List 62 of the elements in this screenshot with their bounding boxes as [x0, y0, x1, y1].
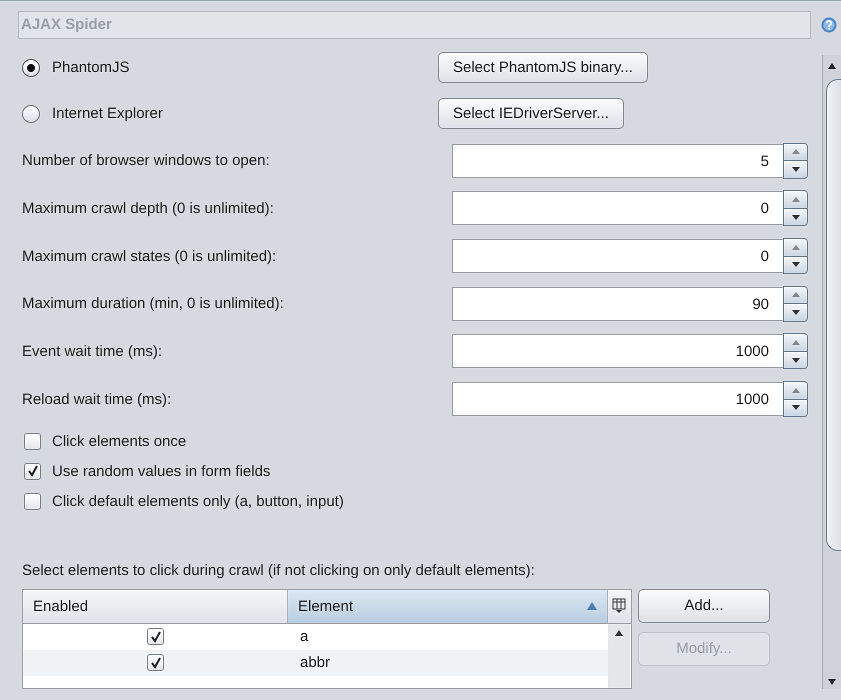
field-label: Number of browser windows to open:	[22, 152, 270, 170]
number-field[interactable]: 1000	[452, 382, 783, 416]
checkbox-label: Click default elements only (a, button, input)	[52, 492, 344, 510]
table-cell-text: abbr	[299, 654, 332, 672]
checkbox-label: Use random values in form fields	[52, 462, 270, 480]
up-arrow-icon	[792, 244, 800, 250]
number-field[interactable]: 90	[452, 286, 783, 321]
radio-option[interactable]: Internet Explorer	[22, 104, 438, 123]
up-arrow-icon	[792, 388, 800, 393]
number-field[interactable]: 1000	[452, 334, 783, 368]
field-label: Reload wait time (ms):	[22, 390, 172, 408]
up-arrow-icon[interactable]	[828, 63, 836, 69]
down-arrow-icon	[792, 310, 800, 315]
decrement-button[interactable]	[784, 303, 807, 321]
number-field[interactable]: 5	[452, 144, 783, 178]
increment-button[interactable]	[784, 144, 807, 160]
table-cell-text: a	[299, 628, 310, 646]
radio-option[interactable]: PhantomJS	[22, 58, 438, 77]
field-label: Maximum crawl depth (0 is unlimited):	[22, 200, 274, 217]
select-binary-button[interactable]: Select PhantomJS binary...	[438, 52, 648, 84]
field-label: Maximum duration (min, 0 is unlimited):	[22, 295, 284, 312]
down-arrow-icon	[792, 405, 800, 410]
select-binary-button[interactable]: Select IEDriverServer...	[438, 98, 624, 130]
decrement-button[interactable]	[784, 398, 807, 416]
sort-ascending-icon	[587, 602, 597, 610]
down-arrow-icon	[792, 166, 800, 172]
checkbox[interactable]	[147, 628, 164, 646]
scrollbar[interactable]	[822, 55, 841, 689]
up-arrow-icon[interactable]	[615, 630, 623, 636]
column-control-icon[interactable]	[612, 598, 626, 614]
radio-label: PhantomJS	[52, 59, 130, 76]
table-action-button[interactable]: Add...	[638, 588, 770, 623]
table-scrollbar[interactable]	[608, 624, 630, 688]
up-arrow-icon	[792, 340, 800, 346]
checkbox[interactable]	[24, 492, 41, 510]
decrement-button[interactable]	[784, 208, 807, 226]
help-icon[interactable]	[821, 17, 837, 33]
up-arrow-icon	[792, 149, 800, 154]
number-field[interactable]: 0	[452, 239, 783, 273]
checkbox[interactable]	[24, 432, 41, 450]
field-label: Event wait time (ms):	[22, 342, 162, 360]
decrement-button[interactable]	[784, 160, 807, 178]
panel-title: AJAX Spider	[18, 11, 811, 39]
radio-label: Internet Explorer	[52, 105, 163, 122]
checkbox[interactable]	[24, 462, 41, 480]
down-arrow-icon	[792, 358, 800, 363]
radio-icon[interactable]	[22, 58, 40, 77]
decrement-button[interactable]	[784, 256, 807, 273]
up-arrow-icon	[792, 292, 800, 298]
radio-icon[interactable]	[22, 104, 40, 123]
increment-button[interactable]	[784, 286, 807, 304]
field-label: Maximum crawl states (0 is unlimited):	[22, 248, 276, 264]
checkbox-label: Click elements once	[52, 432, 186, 450]
number-field[interactable]: 0	[452, 191, 783, 226]
section-label: Select elements to click during crawl (if not clicking on only default elements):	[22, 562, 536, 579]
checkbox[interactable]	[147, 654, 164, 672]
down-arrow-icon	[792, 214, 800, 220]
up-arrow-icon	[792, 197, 800, 202]
down-arrow-icon[interactable]	[828, 679, 836, 685]
down-arrow-icon	[792, 262, 800, 268]
decrement-button[interactable]	[784, 350, 807, 368]
column-header[interactable]: Element	[288, 590, 608, 623]
